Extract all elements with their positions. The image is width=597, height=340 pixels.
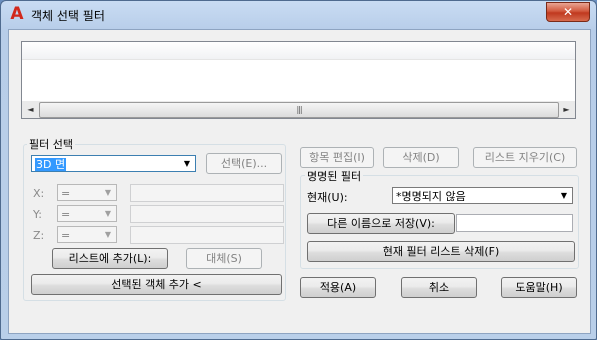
save-as-button[interactable]: 다른 이름으로 저장(V): <box>307 213 455 234</box>
x-label: X: <box>33 187 45 200</box>
delete-button[interactable]: 삭제(D) <box>383 147 459 168</box>
help-button[interactable]: 도움말(H) <box>501 277 577 298</box>
chevron-down-icon: ▼ <box>104 188 112 197</box>
save-as-name-field[interactable] <box>456 214 573 232</box>
z-operator-value: = <box>61 229 71 242</box>
filter-list-header <box>22 42 575 60</box>
add-selected-object-button[interactable]: 선택된 객체 추가 < <box>31 274 282 295</box>
scroll-left-icon[interactable]: ◄ <box>22 101 39 118</box>
x-value-field[interactable] <box>130 184 284 202</box>
scroll-right-icon[interactable]: ► <box>558 101 575 118</box>
title-bar[interactable]: A 객체 선택 필터 ✕ <box>1 1 596 29</box>
y-label: Y: <box>33 208 42 221</box>
y-operator-value: = <box>61 208 71 221</box>
z-operator-select[interactable]: = ▼ <box>57 226 117 243</box>
add-to-list-button[interactable]: 리스트에 추가(L): <box>52 248 168 269</box>
edit-item-button[interactable]: 항목 편집(I) <box>300 147 374 168</box>
apply-button[interactable]: 적용(A) <box>300 277 376 298</box>
chevron-down-icon: ▼ <box>183 159 191 168</box>
chevron-down-icon: ▼ <box>104 230 112 239</box>
x-operator-select[interactable]: = ▼ <box>57 184 117 201</box>
object-type-select[interactable]: 3D 면 ▼ <box>31 155 196 172</box>
filter-list[interactable]: ◄ ||| ► <box>21 41 576 119</box>
window-title: 객체 선택 필터 <box>31 9 105 23</box>
close-button[interactable]: ✕ <box>546 2 590 22</box>
z-label: Z: <box>33 229 45 242</box>
select-filter-group-label: 필터 선택 <box>27 136 75 152</box>
y-value-field[interactable] <box>130 205 284 223</box>
autocad-app-icon: A <box>10 4 24 24</box>
delete-current-filter-list-button[interactable]: 현재 필터 리스트 삭제(F) <box>307 241 575 262</box>
object-type-value: 3D 면 <box>35 158 67 171</box>
y-operator-select[interactable]: = ▼ <box>57 205 117 222</box>
object-selection-filter-dialog: A 객체 선택 필터 ✕ ◄ ||| ► 필터 선택 3D 면 ▼ 선택(E).… <box>0 0 597 340</box>
x-operator-value: = <box>61 187 71 200</box>
dialog-body: ◄ ||| ► 필터 선택 3D 면 ▼ 선택(E)... X: = ▼ Y: … <box>8 29 591 334</box>
current-filter-value: *명명되지 않음 <box>396 190 466 203</box>
z-value-field[interactable] <box>130 226 284 244</box>
current-filter-select[interactable]: *명명되지 않음 ▼ <box>392 187 573 204</box>
named-filters-group-label: 명명된 필터 <box>305 168 364 184</box>
horizontal-scrollbar[interactable]: ◄ ||| ► <box>22 101 575 118</box>
chevron-down-icon: ▼ <box>560 191 568 200</box>
select-button[interactable]: 선택(E)... <box>206 153 282 174</box>
cancel-button[interactable]: 취소 <box>401 277 477 298</box>
substitute-button[interactable]: 대체(S) <box>186 248 262 269</box>
clear-list-button[interactable]: 리스트 지우기(C) <box>473 147 577 168</box>
chevron-down-icon: ▼ <box>104 209 112 218</box>
scroll-thumb[interactable]: ||| <box>39 102 559 118</box>
current-filter-label: 현재(U): <box>307 191 348 204</box>
